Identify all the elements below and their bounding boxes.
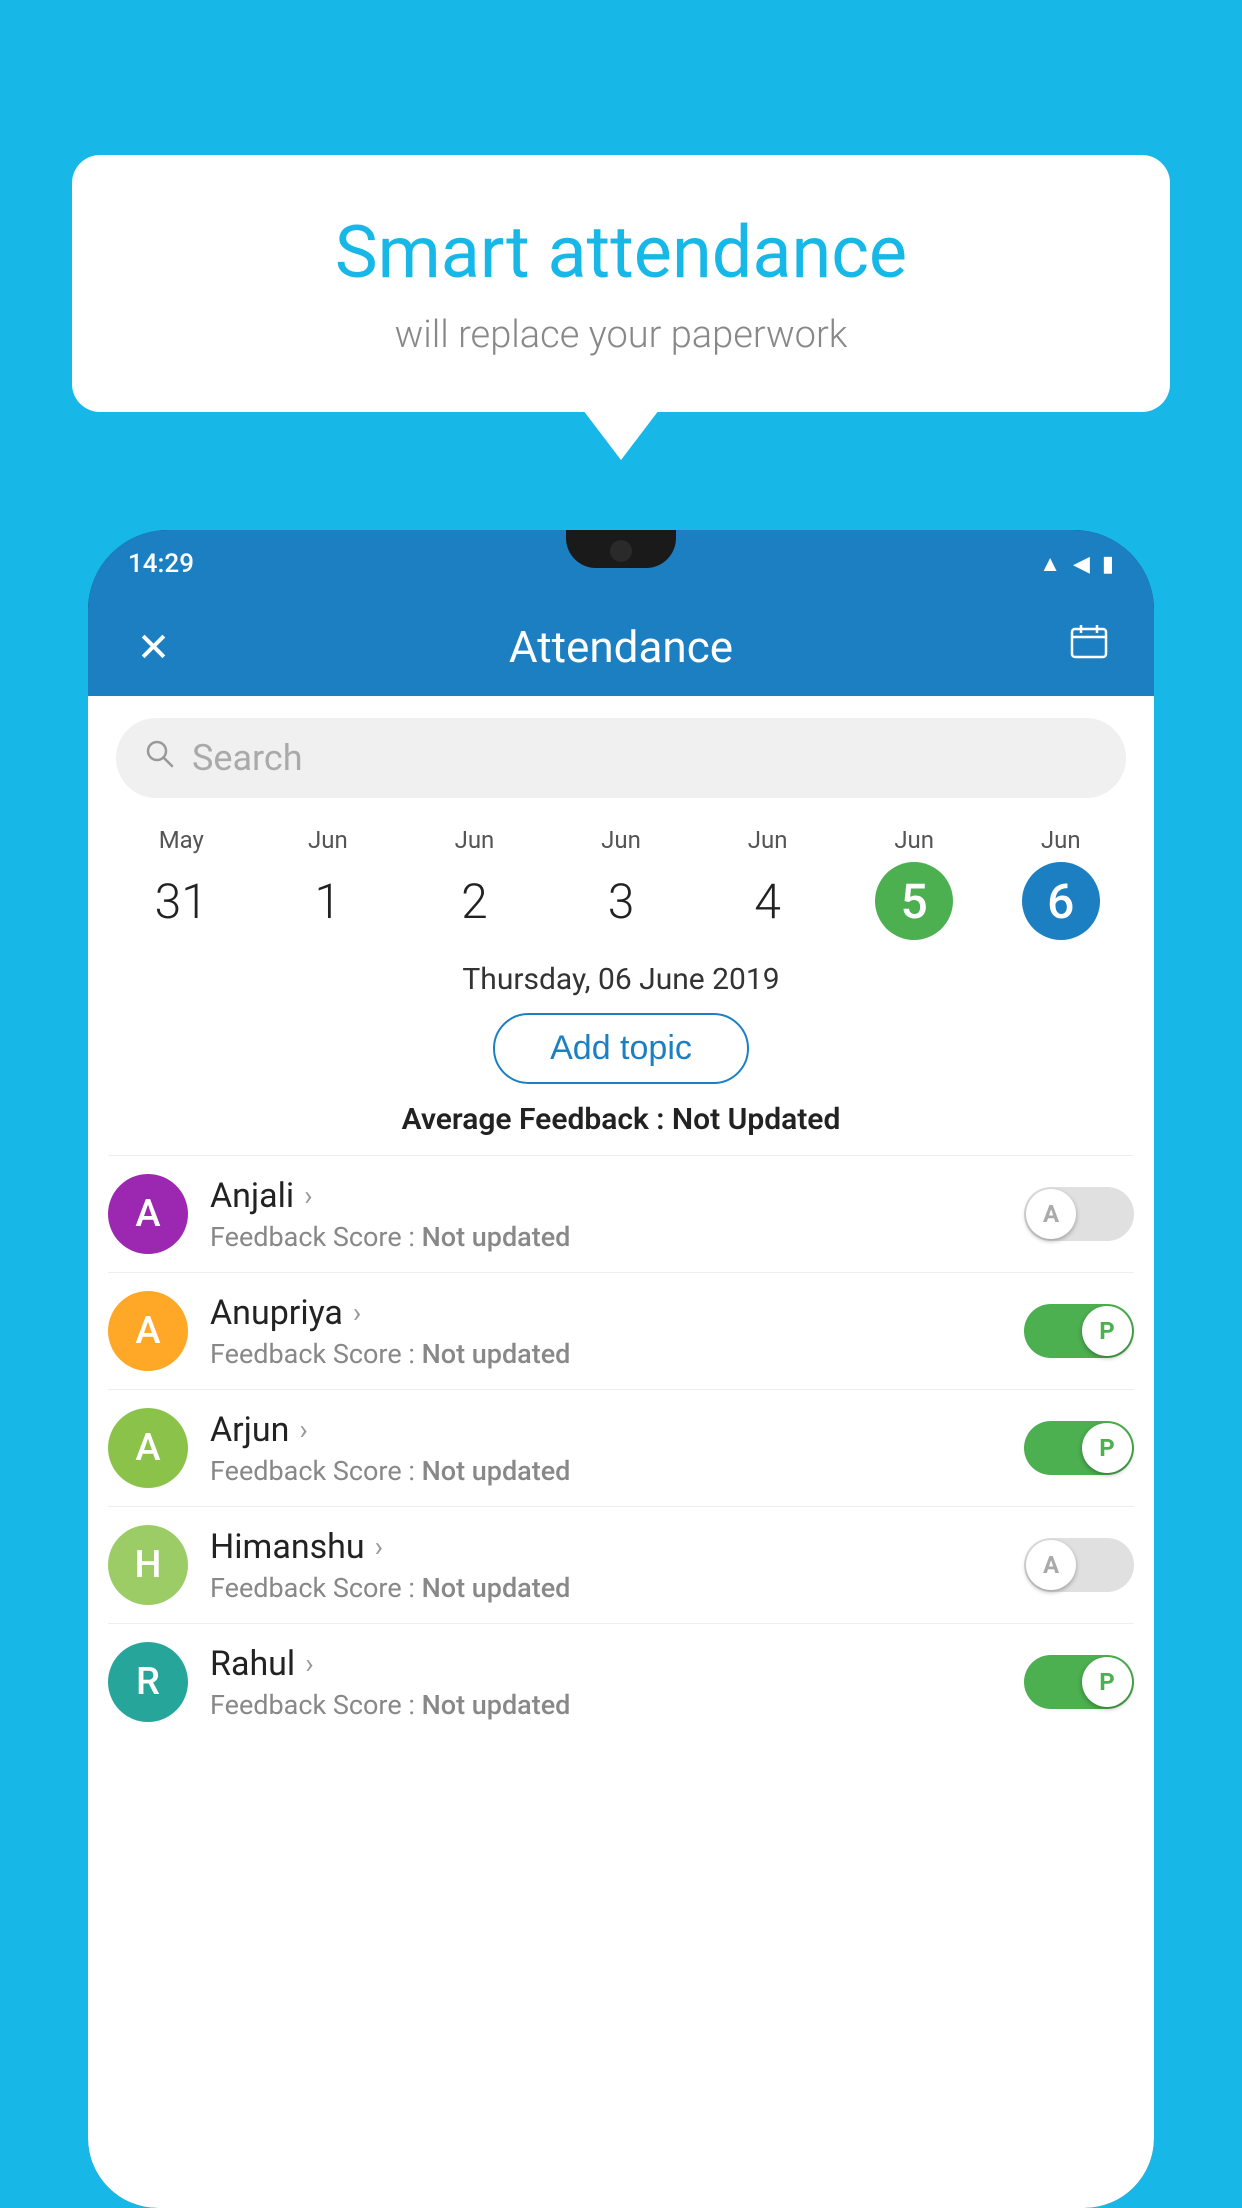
student-name[interactable]: Himanshu ›	[210, 1527, 1002, 1567]
student-info: Himanshu › Feedback Score : Not updated	[210, 1527, 1002, 1604]
chevron-icon: ›	[305, 1647, 313, 1680]
date-cell-2[interactable]: Jun 2	[401, 826, 548, 940]
average-feedback: Average Feedback : Not Updated	[88, 1102, 1154, 1137]
camera	[610, 540, 632, 562]
toggle-knob: P	[1082, 1657, 1132, 1707]
bubble-title: Smart attendance	[132, 210, 1110, 295]
date-day: 6	[1022, 862, 1100, 940]
calendar-row: May 31 Jun 1 Jun 2 Jun 3 Jun 4 Jun 5 Jun 6	[88, 816, 1154, 940]
phone-screen: Search May 31 Jun 1 Jun 2 Jun 3 Jun 4 Jun 5 Jun 6 Thu…	[88, 696, 1154, 2208]
toggle-switch[interactable]: P	[1024, 1421, 1134, 1475]
toggle-knob: A	[1026, 1540, 1076, 1590]
app-bar: ✕ Attendance	[88, 598, 1154, 696]
date-month: May	[108, 826, 255, 854]
search-placeholder: Search	[192, 737, 303, 779]
feedback-score: Feedback Score : Not updated	[210, 1221, 1002, 1253]
date-month: Jun	[255, 826, 402, 854]
student-name[interactable]: Arjun ›	[210, 1410, 1002, 1450]
date-cell-1[interactable]: Jun 1	[255, 826, 402, 940]
toggle-knob: P	[1082, 1306, 1132, 1356]
chevron-icon: ›	[375, 1530, 383, 1563]
feedback-score: Feedback Score : Not updated	[210, 1572, 1002, 1604]
chevron-icon: ›	[304, 1179, 312, 1212]
date-day: 4	[729, 862, 807, 940]
feedback-score: Feedback Score : Not updated	[210, 1338, 1002, 1370]
student-info: Rahul › Feedback Score : Not updated	[210, 1644, 1002, 1721]
date-cell-31[interactable]: May 31	[108, 826, 255, 940]
student-info: Anupriya › Feedback Score : Not updated	[210, 1293, 1002, 1370]
toggle-switch[interactable]: A	[1024, 1187, 1134, 1241]
student-list: AAnjali ›Feedback Score : Not updatedAAA…	[88, 1155, 1154, 1740]
student-row: A Anupriya › Feedback Score : Not updated P	[108, 1272, 1134, 1389]
status-time: 14:29	[128, 549, 194, 579]
avatar: A	[108, 1174, 188, 1254]
status-icons: ▲ ◀ ▮	[1039, 551, 1114, 577]
battery-icon: ▮	[1102, 552, 1114, 577]
date-month: Jun	[548, 826, 695, 854]
signal-icon: ◀	[1073, 552, 1090, 577]
date-cell-4[interactable]: Jun 4	[694, 826, 841, 940]
calendar-button[interactable]	[1061, 622, 1116, 672]
status-bar: 14:29 ▲ ◀ ▮	[88, 530, 1154, 598]
chevron-icon: ›	[299, 1413, 307, 1446]
attendance-toggle[interactable]: P	[1024, 1304, 1134, 1358]
avatar: A	[108, 1291, 188, 1371]
date-month: Jun	[694, 826, 841, 854]
avg-feedback-label: Average Feedback :	[402, 1102, 665, 1137]
toggle-switch[interactable]: P	[1024, 1304, 1134, 1358]
selected-date-label: Thursday, 06 June 2019	[88, 962, 1154, 997]
student-row: A Arjun › Feedback Score : Not updated P	[108, 1389, 1134, 1506]
toggle-switch[interactable]: A	[1024, 1538, 1134, 1592]
avatar: H	[108, 1525, 188, 1605]
bubble-subtitle: will replace your paperwork	[132, 313, 1110, 357]
close-button[interactable]: ✕	[126, 624, 181, 671]
date-day: 3	[582, 862, 660, 940]
student-name[interactable]: Anjali ›	[210, 1176, 1002, 1216]
attendance-toggle[interactable]: A	[1024, 1538, 1134, 1592]
student-row: A Anjali › Feedback Score : Not updated A	[108, 1155, 1134, 1272]
toggle-switch[interactable]: P	[1024, 1655, 1134, 1709]
student-name[interactable]: Rahul ›	[210, 1644, 1002, 1684]
app-bar-title: Attendance	[211, 621, 1031, 673]
feedback-score: Feedback Score : Not updated	[210, 1455, 1002, 1487]
date-cell-5[interactable]: Jun 5	[841, 826, 988, 940]
date-day: 5	[875, 862, 953, 940]
avatar: A	[108, 1408, 188, 1488]
wifi-icon: ▲	[1039, 551, 1061, 577]
date-month: Jun	[841, 826, 988, 854]
date-cell-6[interactable]: Jun 6	[987, 826, 1134, 940]
speech-bubble-container: Smart attendance will replace your paper…	[72, 155, 1170, 412]
attendance-toggle[interactable]: P	[1024, 1655, 1134, 1709]
student-name[interactable]: Anupriya ›	[210, 1293, 1002, 1333]
date-day: 31	[142, 862, 220, 940]
chevron-icon: ›	[353, 1296, 361, 1329]
attendance-toggle[interactable]: A	[1024, 1187, 1134, 1241]
avatar: R	[108, 1642, 188, 1722]
date-cell-3[interactable]: Jun 3	[548, 826, 695, 940]
date-day: 2	[435, 862, 513, 940]
date-day: 1	[289, 862, 367, 940]
student-info: Anjali › Feedback Score : Not updated	[210, 1176, 1002, 1253]
toggle-knob: P	[1082, 1423, 1132, 1473]
speech-bubble: Smart attendance will replace your paper…	[72, 155, 1170, 412]
phone-notch	[566, 530, 676, 568]
attendance-toggle[interactable]: P	[1024, 1421, 1134, 1475]
student-row: H Himanshu › Feedback Score : Not updated A	[108, 1506, 1134, 1623]
search-icon	[144, 738, 176, 779]
student-row: R Rahul › Feedback Score : Not updated P	[108, 1623, 1134, 1740]
avg-feedback-value: Not Updated	[672, 1102, 840, 1137]
date-month: Jun	[401, 826, 548, 854]
date-month: Jun	[987, 826, 1134, 854]
phone-frame: 14:29 ▲ ◀ ▮ ✕ Attendance	[88, 530, 1154, 2208]
toggle-knob: A	[1026, 1189, 1076, 1239]
search-bar[interactable]: Search	[116, 718, 1126, 798]
student-info: Arjun › Feedback Score : Not updated	[210, 1410, 1002, 1487]
add-topic-button[interactable]: Add topic	[493, 1013, 749, 1084]
feedback-score: Feedback Score : Not updated	[210, 1689, 1002, 1721]
